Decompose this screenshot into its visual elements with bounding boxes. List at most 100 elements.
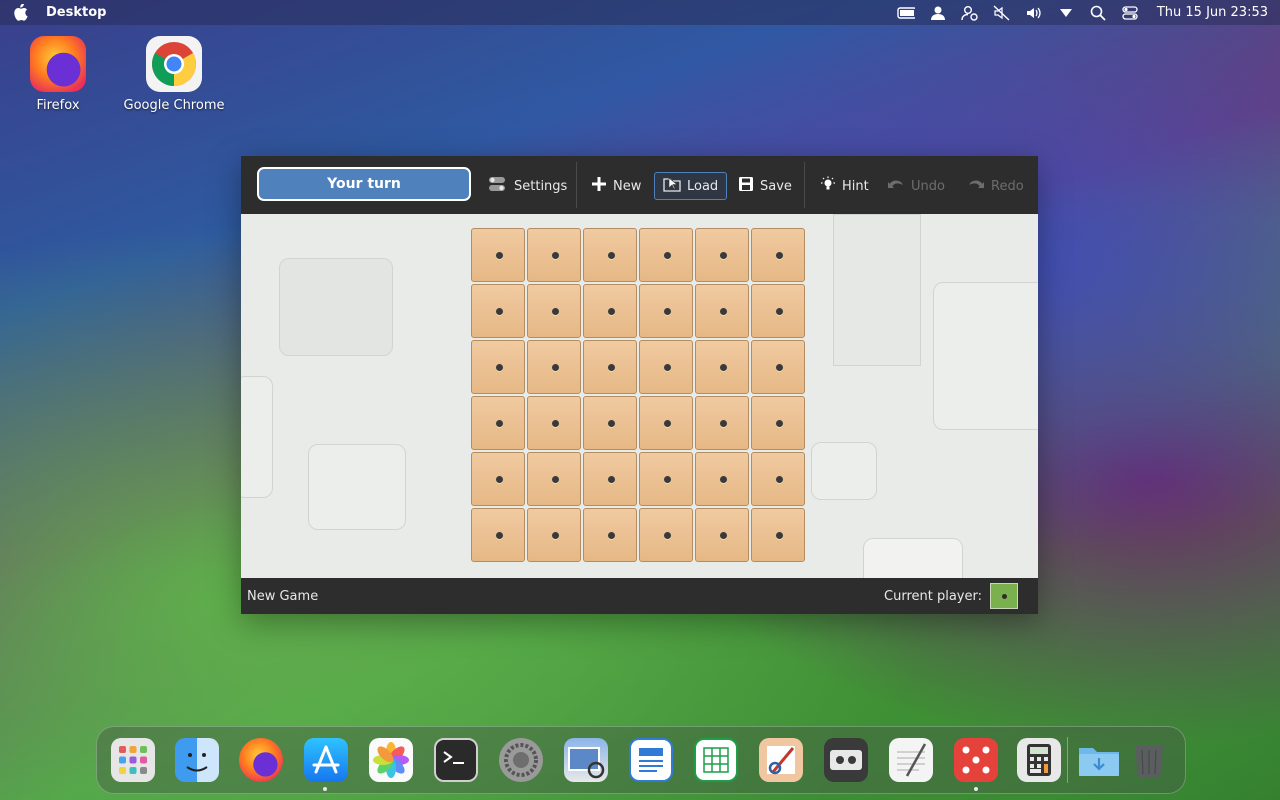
undo-button[interactable]: Undo bbox=[887, 172, 945, 200]
desktop-icon-google-chrome[interactable]: Google Chrome bbox=[119, 36, 229, 113]
photos-icon[interactable] bbox=[369, 738, 413, 782]
cell-dot bbox=[664, 476, 671, 483]
toolbar: Your turn Settings New Load Save Hint Un… bbox=[241, 156, 1038, 214]
firefox-icon[interactable] bbox=[239, 738, 283, 782]
turn-indicator-button[interactable]: Your turn bbox=[257, 167, 471, 201]
dock bbox=[96, 726, 1186, 794]
cell-dot bbox=[496, 476, 503, 483]
board-cell[interactable] bbox=[583, 228, 637, 282]
board-cell[interactable] bbox=[583, 508, 637, 562]
board-cell[interactable] bbox=[751, 452, 805, 506]
board-cell[interactable] bbox=[471, 284, 525, 338]
cell-dot bbox=[776, 420, 783, 427]
calculator-icon[interactable] bbox=[1017, 738, 1061, 782]
volume-icon[interactable] bbox=[1025, 5, 1043, 21]
board-cell[interactable] bbox=[639, 284, 693, 338]
finder-icon[interactable] bbox=[175, 738, 219, 782]
board-cell[interactable] bbox=[527, 228, 581, 282]
cell-dot bbox=[496, 364, 503, 371]
apple-menu-icon[interactable] bbox=[10, 3, 30, 23]
redo-arrow-icon bbox=[967, 177, 985, 195]
board-cell[interactable] bbox=[527, 508, 581, 562]
cell-dot bbox=[496, 420, 503, 427]
tape-icon[interactable] bbox=[824, 738, 868, 782]
chevron-down-icon[interactable] bbox=[1057, 5, 1075, 21]
cell-dot bbox=[496, 308, 503, 315]
paint-icon[interactable] bbox=[759, 738, 803, 782]
mute-icon[interactable] bbox=[993, 4, 1011, 21]
board-cell[interactable] bbox=[695, 284, 749, 338]
background-decoration bbox=[811, 442, 877, 500]
terminal-icon[interactable] bbox=[434, 738, 478, 782]
board-cell[interactable] bbox=[527, 284, 581, 338]
board-cell[interactable] bbox=[471, 228, 525, 282]
user-settings-icon[interactable] bbox=[961, 5, 979, 21]
board-cell[interactable] bbox=[639, 340, 693, 394]
menubar: Desktop Thu 15 Jun 23:53 bbox=[0, 0, 1280, 25]
board-cell[interactable] bbox=[583, 452, 637, 506]
user-icon[interactable] bbox=[929, 5, 947, 21]
board-cell[interactable] bbox=[751, 228, 805, 282]
document-viewer-icon[interactable] bbox=[629, 738, 673, 782]
new-game-button[interactable]: New bbox=[591, 172, 641, 200]
settings-button[interactable]: Settings bbox=[488, 172, 567, 200]
board-cell[interactable] bbox=[471, 396, 525, 450]
board-cell[interactable] bbox=[527, 452, 581, 506]
board-cell[interactable] bbox=[695, 340, 749, 394]
floppy-disk-icon bbox=[738, 176, 754, 196]
dock-separator bbox=[1067, 737, 1068, 783]
board-cell[interactable] bbox=[751, 508, 805, 562]
hint-button[interactable]: Hint bbox=[820, 172, 869, 200]
chrome-icon bbox=[146, 36, 202, 92]
board-cell[interactable] bbox=[639, 228, 693, 282]
downloads-folder-icon[interactable] bbox=[1077, 738, 1121, 782]
board-cell[interactable] bbox=[527, 396, 581, 450]
launchpad-icon[interactable] bbox=[111, 738, 155, 782]
redo-button[interactable]: Redo bbox=[967, 172, 1024, 200]
clock[interactable]: Thu 15 Jun 23:53 bbox=[1157, 5, 1268, 20]
current-player-dot bbox=[1002, 594, 1007, 599]
new-label: New bbox=[613, 178, 642, 194]
board-cell[interactable] bbox=[583, 340, 637, 394]
load-label: Load bbox=[687, 178, 719, 194]
battery-icon[interactable] bbox=[897, 5, 915, 21]
board-cell[interactable] bbox=[471, 340, 525, 394]
control-center-icon[interactable] bbox=[1121, 5, 1139, 21]
board-cell[interactable] bbox=[751, 396, 805, 450]
board-cell[interactable] bbox=[583, 396, 637, 450]
cell-dot bbox=[776, 308, 783, 315]
board-cell[interactable] bbox=[583, 284, 637, 338]
board-cell[interactable] bbox=[527, 340, 581, 394]
board-cell[interactable] bbox=[751, 284, 805, 338]
board-cell[interactable] bbox=[751, 340, 805, 394]
spreadsheet-icon[interactable] bbox=[694, 738, 738, 782]
cell-dot bbox=[776, 252, 783, 259]
board-cell[interactable] bbox=[471, 508, 525, 562]
hint-label: Hint bbox=[842, 178, 869, 194]
save-game-button[interactable]: Save bbox=[738, 172, 792, 200]
cell-dot bbox=[720, 420, 727, 427]
app-store-icon[interactable] bbox=[304, 738, 348, 782]
preview-icon[interactable] bbox=[564, 738, 608, 782]
system-settings-icon[interactable] bbox=[499, 738, 543, 782]
cell-dot bbox=[776, 532, 783, 539]
board-cell[interactable] bbox=[639, 508, 693, 562]
cell-dot bbox=[776, 476, 783, 483]
board-cell[interactable] bbox=[639, 396, 693, 450]
board-cell[interactable] bbox=[695, 508, 749, 562]
board-cell[interactable] bbox=[639, 452, 693, 506]
lightbulb-icon bbox=[820, 176, 836, 196]
firefox-icon bbox=[30, 36, 86, 92]
search-icon[interactable] bbox=[1089, 5, 1107, 21]
board-cell[interactable] bbox=[695, 228, 749, 282]
board-cell[interactable] bbox=[695, 452, 749, 506]
board-cell[interactable] bbox=[471, 452, 525, 506]
trash-icon[interactable] bbox=[1127, 738, 1171, 782]
text-editor-icon[interactable] bbox=[889, 738, 933, 782]
board-cell[interactable] bbox=[695, 396, 749, 450]
cell-dot bbox=[608, 476, 615, 483]
load-game-button[interactable]: Load bbox=[654, 172, 728, 200]
desktop-icon-firefox[interactable]: Firefox bbox=[3, 36, 113, 113]
dice-game-icon[interactable] bbox=[954, 738, 998, 782]
cell-dot bbox=[608, 364, 615, 371]
